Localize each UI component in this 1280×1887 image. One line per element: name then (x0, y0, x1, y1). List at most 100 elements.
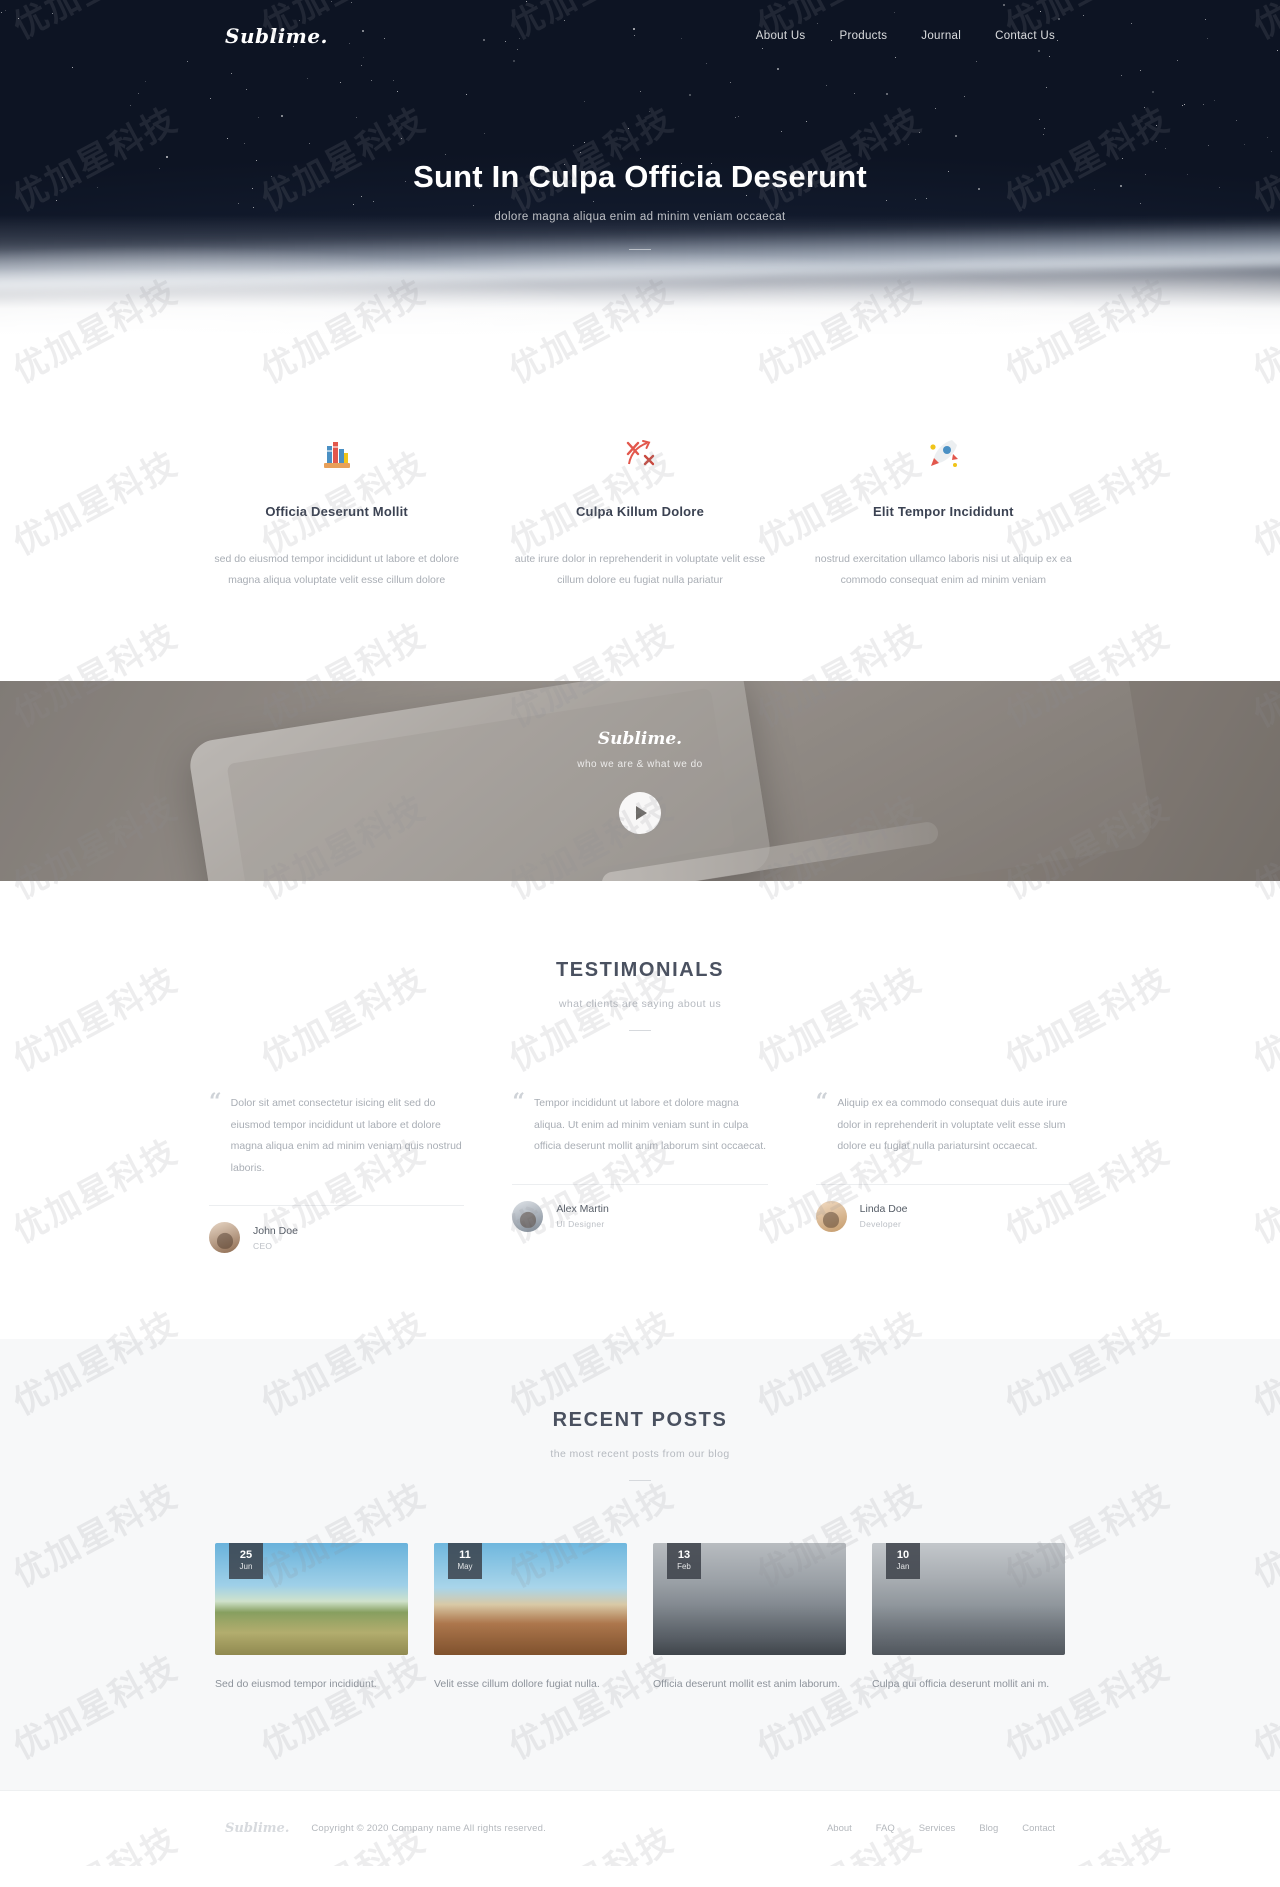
hero-section: Sublime. About Us Products Journal Contact … (0, 0, 1280, 335)
footer-logo[interactable]: Sublime. (225, 1821, 289, 1836)
testimonial-quote: “ Dolor sit amet consectetur isicing eli… (209, 1093, 464, 1179)
testimonial-quote: “ Tempor incididunt ut labore et dolore … (512, 1093, 767, 1158)
testimonial-author: Alex Martin UI Designer (512, 1201, 767, 1232)
play-button-icon[interactable] (619, 792, 661, 834)
author-role: UI Designer (556, 1219, 609, 1229)
post-card[interactable]: 11 May Velit esse cillum dollore fugiat … (434, 1543, 627, 1694)
quote-mark-icon: “ (512, 1093, 525, 1158)
hero-subtitle: dolore magna aliqua enim ad minim veniam… (0, 211, 1280, 223)
post-day: 25 (229, 1549, 263, 1561)
footer-copyright: Copyright © 2020 Company name All rights… (311, 1823, 546, 1834)
video-logo: Sublime. (598, 729, 682, 749)
testimonials-section: TESTIMONIALS what clients are saying abo… (0, 881, 1280, 1339)
feature-text: sed do eiusmod tempor incididunt ut labo… (207, 549, 466, 591)
windmill-photo[interactable]: 11 May (434, 1543, 627, 1655)
post-month: Jan (886, 1561, 920, 1572)
footer-link-blog[interactable]: Blog (979, 1823, 998, 1834)
posts-subtitle: the most recent posts from our blog (0, 1448, 1280, 1460)
strategy-icon (510, 430, 769, 476)
posts-grid: 25 Jun Sed do eiusmod tempor incididunt.… (0, 1481, 1280, 1694)
rocket-icon (922, 432, 964, 474)
recent-posts-section: RECENT POSTS the most recent posts from … (0, 1339, 1280, 1790)
post-date-badge: 13 Feb (667, 1543, 701, 1579)
post-day: 11 (448, 1549, 482, 1561)
hero-divider (629, 249, 651, 250)
post-title[interactable]: Velit esse cillum dollore fugiat nulla. (434, 1675, 627, 1694)
nav-item-about-us[interactable]: About Us (756, 30, 806, 42)
author-role: CEO (253, 1241, 298, 1251)
footer-link-services[interactable]: Services (919, 1823, 955, 1834)
author-name: Linda Doe (860, 1203, 908, 1215)
railway-photo[interactable]: 10 Jan (872, 1543, 1065, 1655)
video-promo-section[interactable]: Sublime. who we are & what we do (0, 681, 1280, 881)
feature-text: nostrud exercitation ullamco laboris nis… (814, 549, 1073, 591)
testimonial-divider (209, 1205, 464, 1206)
testimonial-divider (816, 1184, 1071, 1185)
post-day: 13 (667, 1549, 701, 1561)
books-icon (316, 432, 358, 474)
site-footer: Sublime. Copyright © 2020 Company name A… (0, 1790, 1280, 1866)
feature-text: aute irure dolor in reprehenderit in vol… (510, 549, 769, 591)
tree-road-photo[interactable]: 13 Feb (653, 1543, 846, 1655)
testimonial-text: Aliquip ex ea commodo consequat duis aut… (837, 1093, 1071, 1158)
quote-mark-icon: “ (209, 1093, 222, 1179)
features-section: Officia Deserunt Mollit sed do eiusmod t… (0, 335, 1280, 681)
footer-link-faq[interactable]: FAQ (876, 1823, 895, 1834)
books-icon (207, 430, 466, 476)
feature-card: Officia Deserunt Mollit sed do eiusmod t… (185, 430, 488, 591)
avatar (512, 1201, 543, 1232)
testimonial-text: Dolor sit amet consectetur isicing elit … (231, 1093, 465, 1179)
video-content: Sublime. who we are & what we do (0, 681, 1280, 881)
testimonial-divider (512, 1184, 767, 1185)
testimonials-subtitle: what clients are saying about us (0, 998, 1280, 1010)
post-month: Feb (667, 1561, 701, 1572)
author-name: Alex Martin (556, 1203, 609, 1215)
post-date-badge: 25 Jun (229, 1543, 263, 1579)
rocket-icon (814, 430, 1073, 476)
posts-heading: RECENT POSTS the most recent posts from … (0, 1409, 1280, 1481)
footer-links: About FAQ Services Blog Contact (827, 1823, 1055, 1834)
post-card[interactable]: 25 Jun Sed do eiusmod tempor incididunt. (215, 1543, 408, 1694)
post-title[interactable]: Sed do eiusmod tempor incididunt. (215, 1675, 408, 1694)
post-title[interactable]: Culpa qui officia deserunt mollit ani m. (872, 1675, 1065, 1694)
video-subtitle: who we are & what we do (577, 759, 702, 770)
testimonial-card: “ Aliquip ex ea commodo consequat duis a… (792, 1093, 1095, 1253)
nav-item-products[interactable]: Products (839, 30, 887, 42)
avatar (209, 1222, 240, 1253)
testimonial-author: Linda Doe Developer (816, 1201, 1071, 1232)
post-day: 10 (886, 1549, 920, 1561)
footer-link-contact[interactable]: Contact (1022, 1823, 1055, 1834)
footer-link-about[interactable]: About (827, 1823, 852, 1834)
nav-item-journal[interactable]: Journal (921, 30, 961, 42)
feature-card: Culpa Killum Dolore aute irure dolor in … (488, 430, 791, 591)
feature-card: Elit Tempor Incididunt nostrud exercitat… (792, 430, 1095, 591)
post-card[interactable]: 10 Jan Culpa qui officia deserunt mollit… (872, 1543, 1065, 1694)
strategy-icon (619, 432, 661, 474)
nav-item-contact-us[interactable]: Contact Us (995, 30, 1055, 42)
author-role: Developer (860, 1219, 908, 1229)
post-month: May (448, 1561, 482, 1572)
post-title[interactable]: Officia deserunt mollit est anim laborum… (653, 1675, 846, 1694)
testimonials-title: TESTIMONIALS (0, 959, 1280, 982)
testimonial-quote: “ Aliquip ex ea commodo consequat duis a… (816, 1093, 1071, 1158)
hero-content: Sunt In Culpa Officia Deserunt dolore ma… (0, 72, 1280, 250)
testimonial-author: John Doe CEO (209, 1222, 464, 1253)
road-field-photo[interactable]: 25 Jun (215, 1543, 408, 1655)
avatar (816, 1201, 847, 1232)
hero-title: Sunt In Culpa Officia Deserunt (0, 158, 1280, 195)
post-card[interactable]: 13 Feb Officia deserunt mollit est anim … (653, 1543, 846, 1694)
posts-title: RECENT POSTS (0, 1409, 1280, 1432)
post-date-badge: 11 May (448, 1543, 482, 1579)
post-date-badge: 10 Jan (886, 1543, 920, 1579)
testimonial-card: “ Tempor incididunt ut labore et dolore … (488, 1093, 791, 1253)
top-navigation-bar: Sublime. About Us Products Journal Contact … (0, 0, 1280, 72)
feature-title: Elit Tempor Incididunt (814, 504, 1073, 519)
author-name: John Doe (253, 1225, 298, 1237)
testimonial-text: Tempor incididunt ut labore et dolore ma… (534, 1093, 768, 1158)
site-logo[interactable]: Sublime. (225, 24, 328, 48)
feature-title: Culpa Killum Dolore (510, 504, 769, 519)
post-month: Jun (229, 1561, 263, 1572)
testimonials-heading: TESTIMONIALS what clients are saying abo… (0, 959, 1280, 1031)
testimonials-grid: “ Dolor sit amet consectetur isicing eli… (0, 1031, 1280, 1253)
quote-mark-icon: “ (816, 1093, 829, 1158)
